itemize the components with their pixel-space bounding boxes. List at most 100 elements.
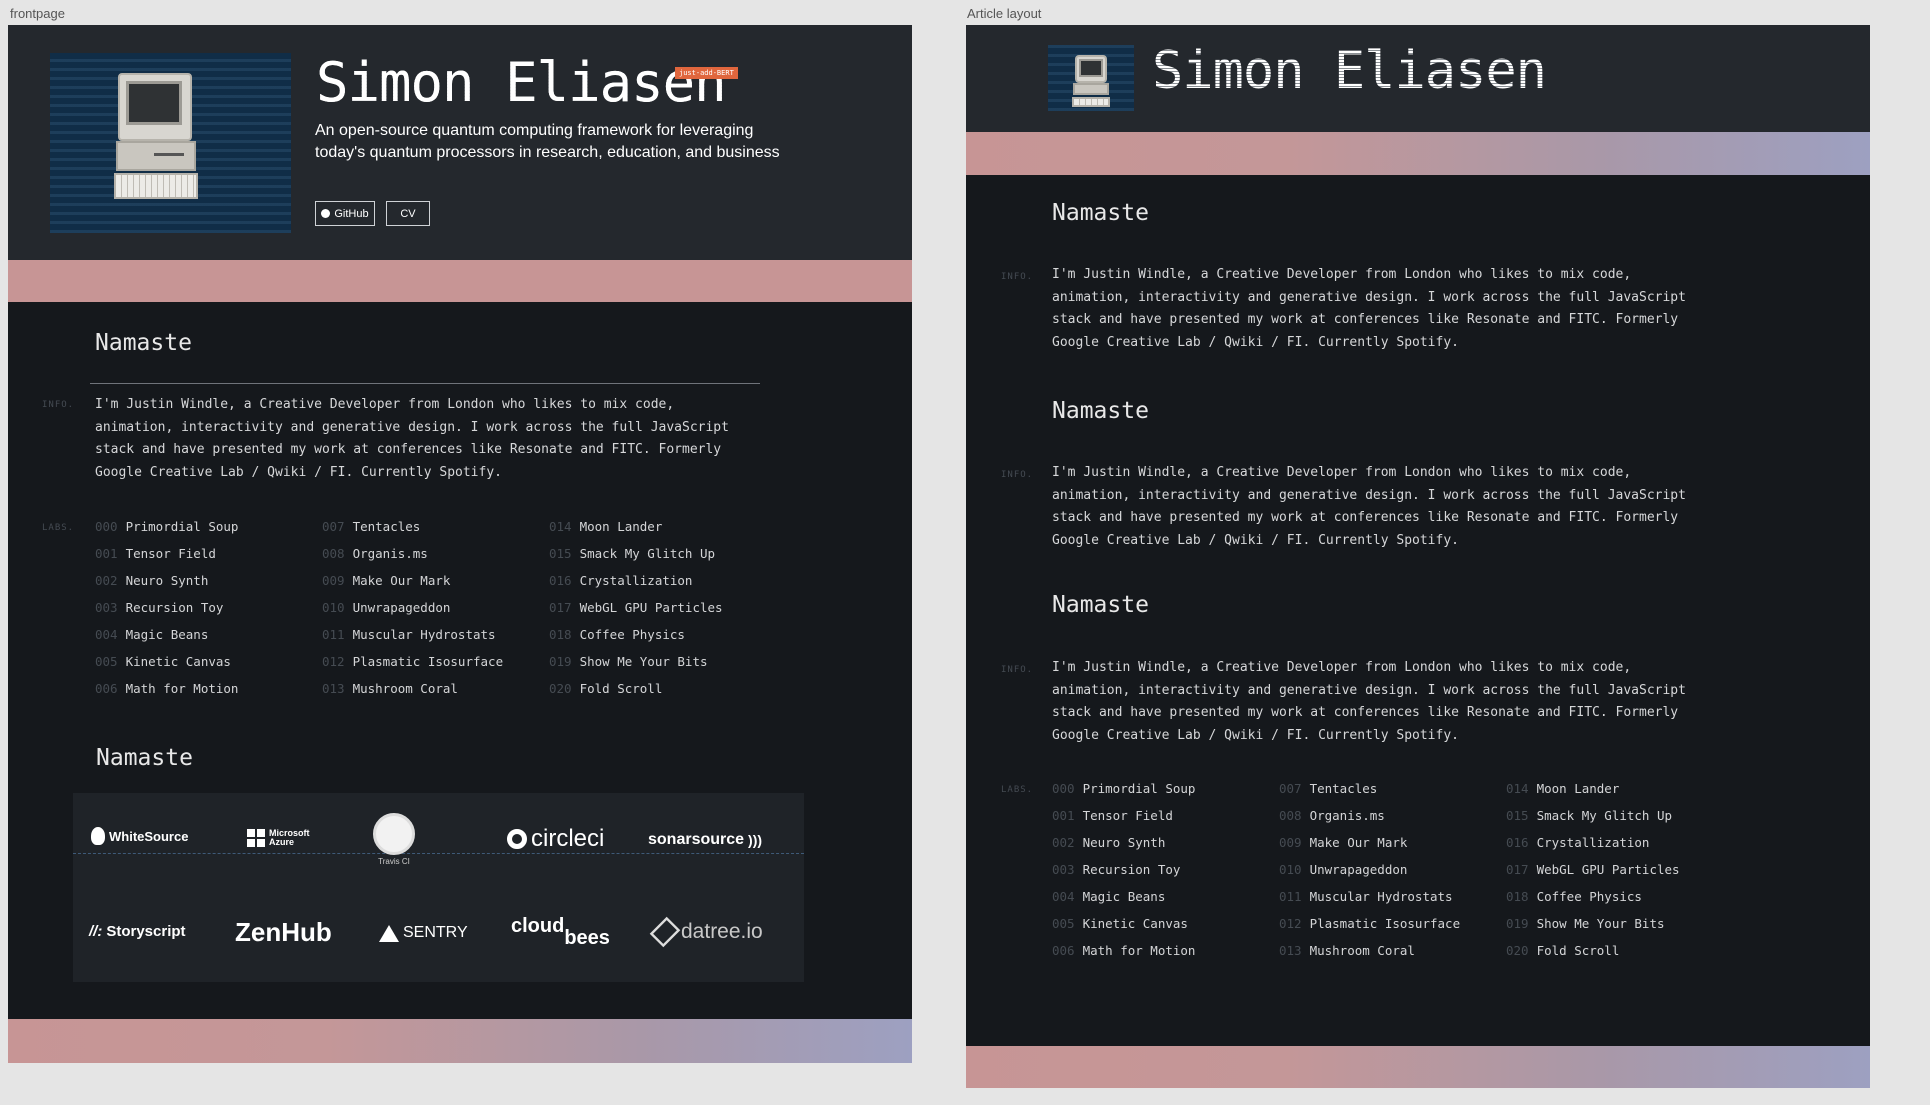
- labs-item[interactable]: 015 Smack My Glitch Up: [549, 540, 723, 567]
- datree-logo[interactable]: datree.io: [649, 916, 763, 948]
- frame-label-article: Article layout: [967, 6, 1042, 21]
- labs-item[interactable]: 015 Smack My Glitch Up: [1506, 802, 1680, 829]
- labs-column-2: 007 Tentacles 008 Organis.ms 009 Make Our M…: [322, 513, 503, 702]
- labs-item[interactable]: 011 Muscular Hydrostats: [322, 621, 503, 648]
- labs-column-1: 000 Primordial Soup 001 Tensor Field 002 Ne…: [95, 513, 238, 702]
- labs-item[interactable]: 001 Tensor Field: [95, 540, 238, 567]
- labs-item[interactable]: 020 Fold Scroll: [549, 675, 723, 702]
- labs-item[interactable]: 001 Tensor Field: [1052, 802, 1195, 829]
- labs-item[interactable]: 000 Primordial Soup: [95, 513, 238, 540]
- labs-item[interactable]: 008 Organis.ms: [322, 540, 503, 567]
- labs-item[interactable]: 018 Coffee Physics: [1506, 883, 1680, 910]
- labs-item[interactable]: 012 Plasmatic Isosurface: [322, 648, 503, 675]
- labs-item[interactable]: 003 Recursion Toy: [1052, 856, 1195, 883]
- sponsors-heading: Namaste: [96, 745, 193, 771]
- labs-item[interactable]: 009 Make Our Mark: [322, 567, 503, 594]
- sonarsource-logo[interactable]: sonarsource ))): [648, 831, 762, 849]
- labs-item[interactable]: 005 Kinetic Canvas: [1052, 910, 1195, 937]
- info-side-label: INFO.: [1001, 470, 1034, 480]
- cv-button-label: CV: [400, 207, 416, 220]
- labs-item[interactable]: 017 WebGL GPU Particles: [1506, 856, 1680, 883]
- labs-item[interactable]: 010 Unwrapageddon: [1279, 856, 1460, 883]
- whitesource-icon: [91, 827, 105, 845]
- labs-item[interactable]: 002 Neuro Synth: [1052, 829, 1195, 856]
- labs-item[interactable]: 017 WebGL GPU Particles: [549, 594, 723, 621]
- travis-ci-logo[interactable]: Travis CI: [373, 813, 415, 866]
- labs-item[interactable]: 013 Mushroom Coral: [322, 675, 503, 702]
- article-heading-3: Namaste: [1052, 592, 1149, 618]
- labs-item[interactable]: 004 Magic Beans: [95, 621, 238, 648]
- article-heading-2: Namaste: [1052, 398, 1149, 424]
- labs-item[interactable]: 016 Crystallization: [1506, 829, 1680, 856]
- info-side-label: INFO.: [42, 400, 75, 410]
- labs-item[interactable]: 013 Mushroom Coral: [1279, 937, 1460, 964]
- labs-item[interactable]: 000 Primordial Soup: [1052, 775, 1195, 802]
- site-title: Simon Eliasen: [316, 51, 727, 114]
- datree-icon: [649, 916, 681, 948]
- labs-item[interactable]: 008 Organis.ms: [1279, 802, 1460, 829]
- labs-item[interactable]: 014 Moon Lander: [549, 513, 723, 540]
- sponsor-logos: WhiteSource Microsoft Azure Travis CI ci…: [73, 793, 804, 982]
- labs-item[interactable]: 019 Show Me Your Bits: [549, 648, 723, 675]
- sentry-logo[interactable]: SENTRY: [379, 924, 468, 942]
- labs-item[interactable]: 005 Kinetic Canvas: [95, 648, 238, 675]
- sonar-waves-icon: ))): [748, 832, 763, 848]
- article-site-title: Simon Eliasen: [1152, 41, 1547, 101]
- accent-band: [8, 260, 912, 302]
- section-divider: [90, 383, 760, 384]
- github-icon: [321, 209, 331, 218]
- travis-mascot-icon: [373, 813, 415, 855]
- labs-item[interactable]: 007 Tentacles: [1279, 775, 1460, 802]
- retro-computer-thumb: [1048, 45, 1134, 111]
- article-labs-column-2: 007 Tentacles 008 Organis.ms 009 Make Our M…: [1279, 775, 1460, 964]
- article-frame: Simon Eliasen Namaste INFO. I'm Justin W…: [966, 25, 1870, 1088]
- circleci-icon: [507, 829, 527, 849]
- article-paragraph-1: I'm Justin Windle, a Creative Developer …: [1052, 267, 1686, 350]
- github-button[interactable]: GitHub: [315, 201, 375, 226]
- intro-paragraph: I'm Justin Windle, a Creative Developer …: [95, 397, 729, 480]
- whitesource-logo[interactable]: WhiteSource: [91, 827, 188, 845]
- labs-column-3: 014 Moon Lander 015 Smack My Glitch Up 016…: [549, 513, 723, 702]
- article-paragraph-2: I'm Justin Windle, a Creative Developer …: [1052, 465, 1686, 548]
- version-badge: just-add-BERT: [675, 67, 738, 79]
- zenhub-logo[interactable]: ZenHub: [235, 917, 332, 948]
- info-side-label: INFO.: [1001, 272, 1034, 282]
- article-heading-1: Namaste: [1052, 200, 1149, 226]
- labs-item[interactable]: 004 Magic Beans: [1052, 883, 1195, 910]
- cloudbees-logo[interactable]: cloud bees: [511, 915, 610, 950]
- labs-item[interactable]: 009 Make Our Mark: [1279, 829, 1460, 856]
- footer-gradient-band: [8, 1019, 912, 1063]
- frontpage-frame: Simon Eliasen just-add-BERT An open-sour…: [8, 25, 912, 1063]
- section-heading: Namaste: [95, 330, 192, 356]
- azure-logo[interactable]: Microsoft Azure: [247, 829, 310, 847]
- labs-side-label: LABS.: [42, 523, 75, 533]
- labs-item[interactable]: 020 Fold Scroll: [1506, 937, 1680, 964]
- retro-computer-image: [50, 53, 291, 233]
- labs-item[interactable]: 014 Moon Lander: [1506, 775, 1680, 802]
- article-labs-column-1: 000 Primordial Soup 001 Tensor Field 002 Ne…: [1052, 775, 1195, 964]
- article-footer-gradient-band: [966, 1046, 1870, 1088]
- info-side-label: INFO.: [1001, 665, 1034, 675]
- labs-item[interactable]: 006 Math for Motion: [1052, 937, 1195, 964]
- labs-item[interactable]: 016 Crystallization: [549, 567, 723, 594]
- labs-item[interactable]: 007 Tentacles: [322, 513, 503, 540]
- storyscript-logo[interactable]: //: Storyscript: [89, 923, 186, 940]
- labs-item[interactable]: 003 Recursion Toy: [95, 594, 238, 621]
- labs-item[interactable]: 002 Neuro Synth: [95, 567, 238, 594]
- article-header: Simon Eliasen: [966, 25, 1870, 132]
- article-gradient-band: [966, 132, 1870, 175]
- cv-button[interactable]: CV: [386, 201, 430, 226]
- sentry-icon: [379, 924, 399, 942]
- hero-description: An open-source quantum computing framewo…: [315, 122, 780, 161]
- labs-item[interactable]: 011 Muscular Hydrostats: [1279, 883, 1460, 910]
- labs-item[interactable]: 019 Show Me Your Bits: [1506, 910, 1680, 937]
- microsoft-icon: [247, 829, 265, 847]
- github-button-label: GitHub: [334, 207, 369, 220]
- circleci-logo[interactable]: circleci: [507, 825, 604, 853]
- storyscript-icon: //:: [89, 923, 103, 940]
- article-paragraph-3: I'm Justin Windle, a Creative Developer …: [1052, 660, 1686, 743]
- labs-item[interactable]: 018 Coffee Physics: [549, 621, 723, 648]
- labs-item[interactable]: 012 Plasmatic Isosurface: [1279, 910, 1460, 937]
- labs-item[interactable]: 010 Unwrapageddon: [322, 594, 503, 621]
- labs-item[interactable]: 006 Math for Motion: [95, 675, 238, 702]
